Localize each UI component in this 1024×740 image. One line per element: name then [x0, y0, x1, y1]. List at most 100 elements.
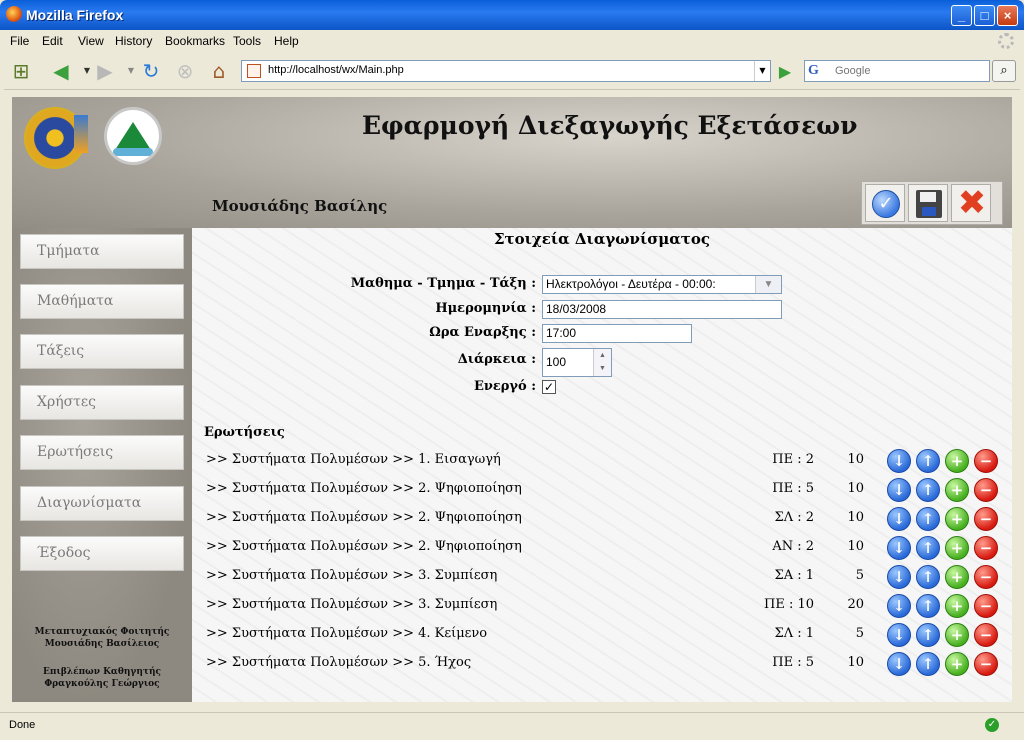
remove-icon[interactable]: − — [974, 449, 998, 473]
menu-bookmarks[interactable]: Bookmarks — [165, 34, 225, 48]
move-down-icon[interactable]: ↓ — [887, 478, 911, 502]
stop-icon[interactable]: ⊗ — [172, 59, 198, 83]
question-path: >> Συστήματα Πολυμέσων >> 5. Ήχος — [206, 655, 472, 670]
site-favicon-icon — [247, 64, 261, 78]
add-icon[interactable]: + — [945, 449, 969, 473]
window-titlebar: Mozilla Firefox _ □ × — [0, 0, 1024, 30]
move-down-icon[interactable]: ↓ — [887, 536, 911, 560]
sidebar-item-courses[interactable]: Μαθήματα — [20, 284, 184, 319]
sidebar-item-exams[interactable]: Διαγωνίσματα — [20, 486, 184, 521]
active-checkbox[interactable]: ✓ — [542, 380, 556, 394]
add-icon[interactable]: + — [945, 536, 969, 560]
add-icon[interactable]: + — [945, 623, 969, 647]
move-up-icon[interactable]: ↑ — [916, 449, 940, 473]
sidebar-item-classes[interactable]: Τάξεις — [20, 334, 184, 369]
remove-icon[interactable]: − — [974, 594, 998, 618]
move-down-icon[interactable]: ↓ — [887, 449, 911, 473]
university-logo-banner — [74, 115, 88, 153]
question-row: >> Συστήματα Πολυμέσων >> 5. Ήχος ΠΕ : 5… — [192, 651, 1012, 680]
status-text: Done — [9, 719, 36, 731]
remove-icon[interactable]: − — [974, 478, 998, 502]
course-select[interactable]: Ηλεκτρολόγοι - Δευτέρα - 00:00: ▼ — [542, 275, 782, 294]
home-icon[interactable]: ⌂ — [206, 59, 232, 83]
question-path: >> Συστήματα Πολυμέσων >> 3. Συμπίεση — [206, 568, 498, 583]
supervisor-role: Επιβλέπων Καθηγητής — [43, 667, 161, 677]
move-down-icon[interactable]: ↓ — [887, 565, 911, 589]
save-button[interactable] — [908, 184, 948, 222]
move-up-icon[interactable]: ↑ — [916, 652, 940, 676]
add-icon[interactable]: + — [945, 478, 969, 502]
supervisor-note: Επιβλέπων Καθηγητής Φραγκούλης Γεώργιος — [12, 666, 192, 690]
add-icon[interactable]: + — [945, 565, 969, 589]
move-down-icon[interactable]: ↓ — [887, 623, 911, 647]
menu-tools[interactable]: Tools — [233, 34, 261, 48]
question-path: >> Συστήματα Πολυμέσων >> 2. Ψηφιοποίηση — [206, 481, 522, 496]
minimize-button[interactable]: _ — [951, 5, 972, 26]
search-box[interactable]: G — [804, 60, 990, 82]
maximize-button[interactable]: □ — [974, 5, 995, 26]
new-tab-icon[interactable]: ⊞ — [8, 59, 34, 83]
forward-button[interactable]: ▶ — [92, 59, 118, 83]
move-up-icon[interactable]: ↑ — [916, 594, 940, 618]
question-row: >> Συστήματα Πολυμέσων >> 2. Ψηφιοποίηση… — [192, 506, 1012, 535]
remove-icon[interactable]: − — [974, 623, 998, 647]
menu-help[interactable]: Help — [274, 34, 299, 48]
duration-stepper[interactable]: 100 ▲ ▼ — [542, 348, 612, 377]
remove-icon[interactable]: − — [974, 565, 998, 589]
menu-history[interactable]: History — [115, 34, 152, 48]
remove-icon[interactable]: − — [974, 536, 998, 560]
move-up-icon[interactable]: ↑ — [916, 565, 940, 589]
chevron-down-icon[interactable]: ▼ — [755, 276, 781, 293]
go-button[interactable]: ▶ — [775, 62, 795, 82]
remove-icon[interactable]: − — [974, 507, 998, 531]
remove-icon[interactable]: − — [974, 652, 998, 676]
move-up-icon[interactable]: ↑ — [916, 536, 940, 560]
sidebar-item-questions[interactable]: Ερωτήσεις — [20, 435, 184, 470]
move-down-icon[interactable]: ↓ — [887, 652, 911, 676]
mountain-icon — [115, 122, 151, 150]
action-toolbar: ✓ ✖ — [861, 181, 1003, 225]
question-points: 5 — [855, 626, 864, 641]
question-row: >> Συστήματα Πολυμέσων >> 4. Κείμενο ΣΛ … — [192, 622, 1012, 651]
sidebar: Τμήματα Μαθήματα Τάξεις Χρήστες Ερωτήσει… — [12, 228, 192, 702]
url-bar[interactable]: http://localhost/wx/Main.php ▼ — [241, 60, 771, 82]
move-up-icon[interactable]: ↑ — [916, 623, 940, 647]
institution-logo — [104, 107, 162, 165]
move-down-icon[interactable]: ↓ — [887, 594, 911, 618]
search-icon[interactable]: ⌕ — [992, 60, 1016, 82]
menu-view[interactable]: View — [78, 34, 104, 48]
duration-value: 100 — [546, 355, 567, 369]
question-row: >> Συστήματα Πολυμέσων >> 3. Συμπίεση ΣΑ… — [192, 564, 1012, 593]
google-icon[interactable]: G — [808, 63, 819, 79]
search-input[interactable] — [835, 63, 985, 79]
question-code: ΠΕ : 10 — [763, 597, 814, 612]
start-time-field[interactable]: 17:00 — [542, 324, 692, 343]
back-button[interactable]: ◀ — [48, 59, 74, 83]
question-code: ΣΑ : 1 — [774, 568, 815, 583]
add-icon[interactable]: + — [945, 594, 969, 618]
url-dropdown-icon[interactable]: ▼ — [754, 61, 770, 81]
question-code: ΠΕ : 5 — [772, 481, 814, 496]
question-path: >> Συστήματα Πολυμέσων >> 3. Συμπίεση — [206, 597, 498, 612]
add-icon[interactable]: + — [945, 507, 969, 531]
wave-icon — [113, 148, 153, 156]
menu-file[interactable]: File — [10, 34, 29, 48]
cancel-button[interactable]: ✖ — [951, 184, 991, 222]
question-row: >> Συστήματα Πολυμέσων >> 2. Ψηφιοποίηση… — [192, 477, 1012, 506]
add-icon[interactable]: + — [945, 652, 969, 676]
date-label: Ημερομηνία : — [435, 301, 536, 316]
sidebar-item-departments[interactable]: Τμήματα — [20, 234, 184, 269]
stepper-arrows-icon[interactable]: ▲ ▼ — [593, 349, 611, 376]
sidebar-item-users[interactable]: Χρήστες — [20, 385, 184, 420]
date-field[interactable]: 18/03/2008 — [542, 300, 782, 319]
question-row: >> Συστήματα Πολυμέσων >> 1. Εισαγωγή ΠΕ… — [192, 448, 1012, 477]
menu-edit[interactable]: Edit — [42, 34, 63, 48]
reload-icon[interactable]: ↻ — [138, 59, 164, 83]
move-up-icon[interactable]: ↑ — [916, 507, 940, 531]
move-down-icon[interactable]: ↓ — [887, 507, 911, 531]
sidebar-item-exit[interactable]: Έξοδος — [20, 536, 184, 571]
move-up-icon[interactable]: ↑ — [916, 478, 940, 502]
confirm-button[interactable]: ✓ — [865, 184, 905, 222]
question-code: ΑΝ : 2 — [772, 539, 814, 554]
close-window-button[interactable]: × — [997, 5, 1018, 26]
